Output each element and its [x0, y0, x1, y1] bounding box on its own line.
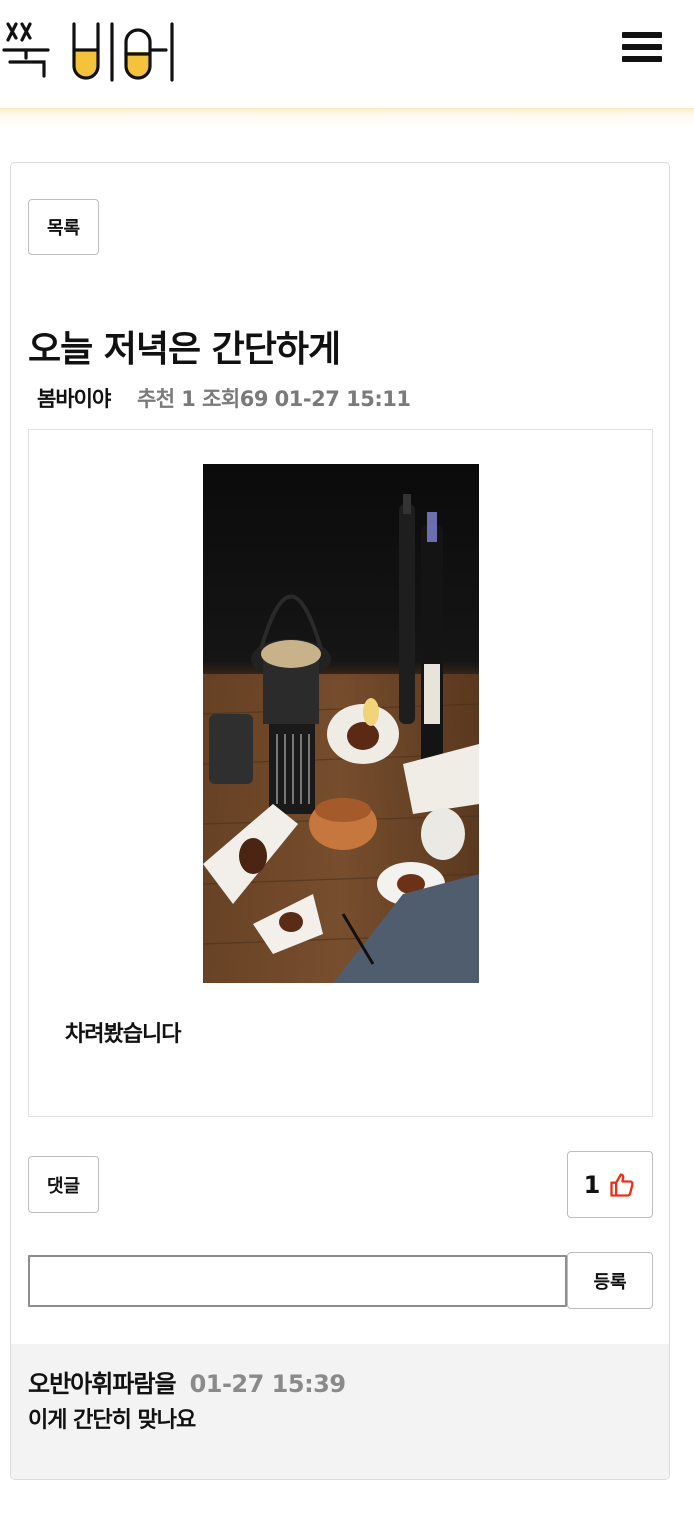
post-author[interactable]: 봄바이야 — [37, 387, 111, 411]
views-count: 69 — [239, 387, 269, 411]
post-datetime: 01-27 15:11 — [274, 387, 411, 411]
comment-header: 오반아휘파람을 01-27 15:39 — [28, 1364, 346, 1399]
app-header — [0, 0, 694, 110]
comment-list: 오반아휘파람을 01-27 15:39 이게 간단히 맞나요 — [11, 1344, 669, 1479]
comment-input[interactable] — [28, 1255, 567, 1307]
post-title: 오늘 저녁은 간단하게 — [28, 329, 341, 370]
post-card: 목록 오늘 저녁은 간단하게 봄바이야 추천 1 조회69 01-27 15:1… — [10, 162, 670, 1480]
list-button[interactable]: 목록 — [28, 199, 99, 255]
comment-button[interactable]: 댓글 — [28, 1156, 99, 1213]
recommend-label: 추천 — [136, 387, 175, 411]
post-body: 차려봤습니다 — [28, 429, 653, 1117]
recommend-count: 1 — [181, 387, 196, 411]
thumbs-up-icon — [610, 1172, 634, 1197]
submit-button[interactable]: 등록 — [567, 1252, 653, 1309]
post-meta: 봄바이야 추천 1 조회69 01-27 15:11 — [37, 383, 411, 413]
site-logo[interactable] — [2, 18, 182, 82]
post-content-text: 차려봤습니다 — [65, 1022, 181, 1047]
comment-time: 01-27 15:39 — [189, 1370, 347, 1398]
hamburger-icon[interactable] — [622, 32, 664, 68]
header-divider — [0, 108, 694, 128]
like-button[interactable]: 1 — [567, 1151, 653, 1218]
like-count: 1 — [583, 1170, 601, 1199]
views-label: 조회 — [202, 387, 240, 411]
comment-text: 이게 간단히 맞나요 — [28, 1408, 196, 1433]
comment-author[interactable]: 오반아휘파람을 — [28, 1370, 177, 1398]
food-photo — [203, 464, 479, 983]
